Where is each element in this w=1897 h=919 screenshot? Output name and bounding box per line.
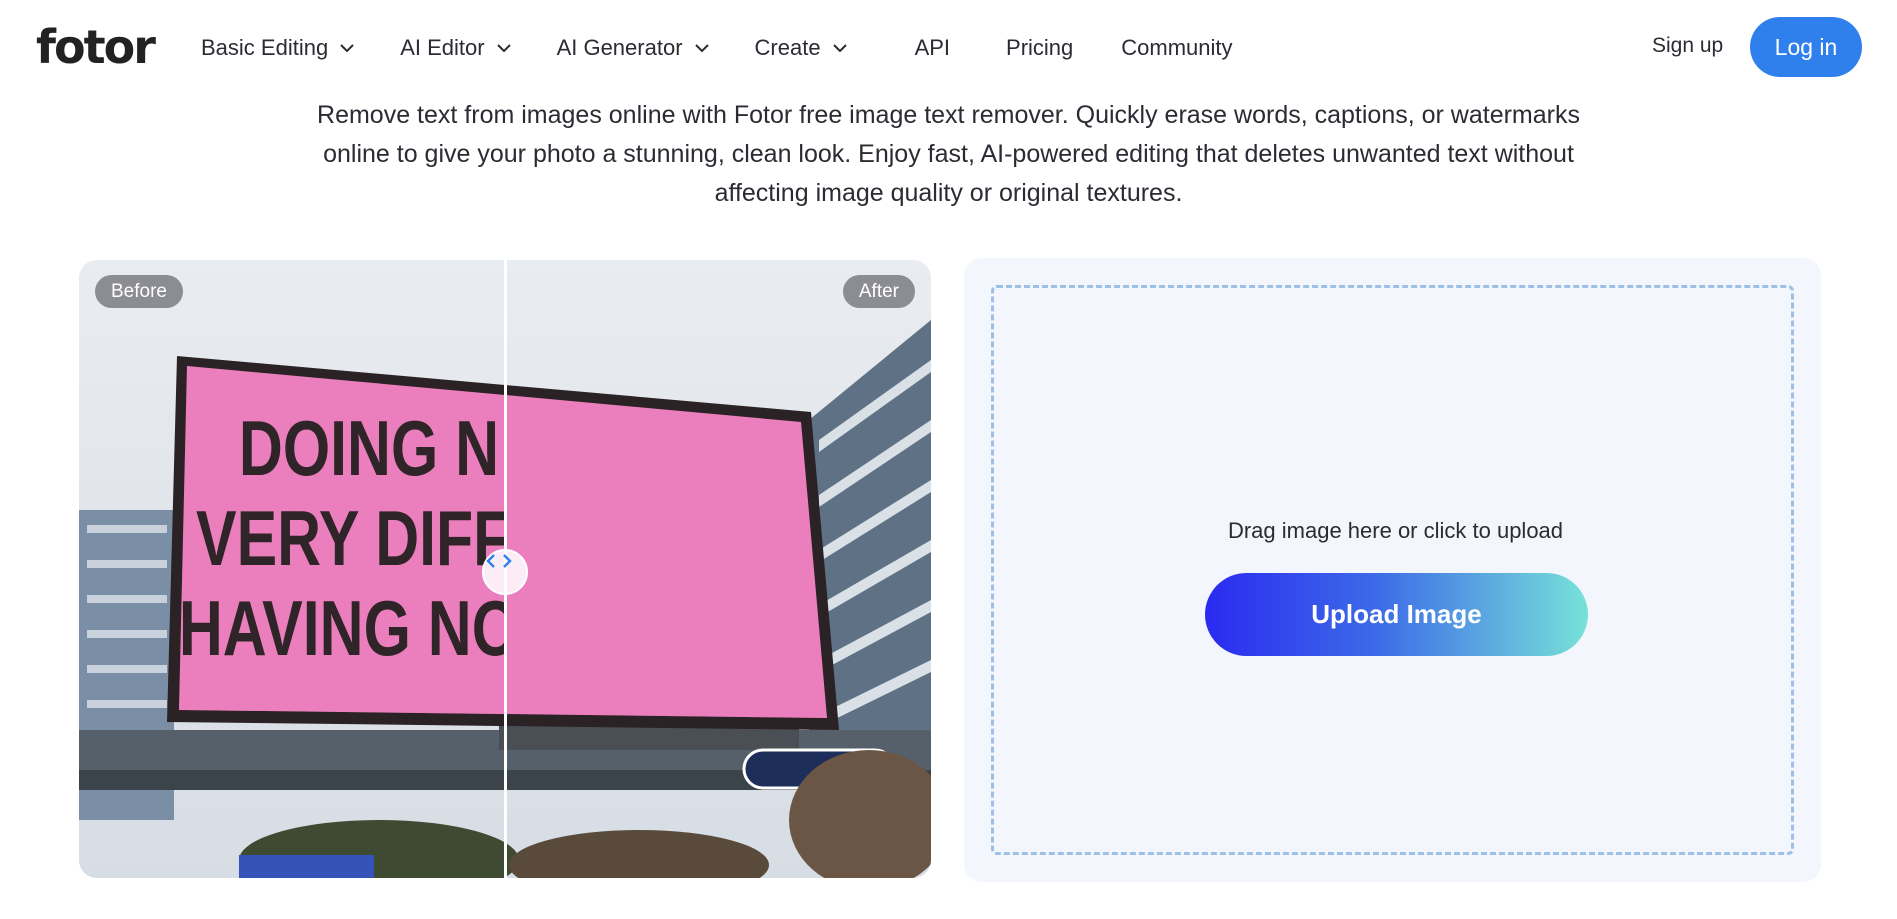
dropzone-instruction: Drag image here or click to upload (1227, 518, 1564, 543)
menu-item-create[interactable]: Create (755, 35, 849, 61)
menu-item-label: AI Generator (556, 35, 683, 60)
upload-panel: Drag image here or click to upload Uploa… (964, 258, 1821, 882)
before-label: Before (95, 275, 183, 308)
menu-item-ai-editor[interactable]: AI Editor (400, 35, 512, 61)
menu-item-pricing[interactable]: Pricing (1006, 35, 1073, 61)
before-after-comparison[interactable]: DOING N VERY DIFF HAVING NO Before After (79, 260, 931, 878)
menu-item-ai-generator[interactable]: AI Generator (557, 35, 711, 61)
menu-item-label: Pricing (1006, 35, 1074, 60)
chevron-left-right-icon (486, 554, 512, 568)
top-navigation: fotor Basic Editing AI Editor AI Generat… (0, 0, 1897, 94)
menu-item-basic-editing[interactable]: Basic Editing (201, 35, 356, 61)
menu-item-api[interactable]: API (915, 35, 950, 61)
upload-image-button[interactable]: Upload Image (1205, 573, 1588, 656)
login-button[interactable]: Log in (1750, 17, 1862, 77)
menu-item-label: API (914, 35, 951, 60)
chevron-down-icon (694, 44, 709, 53)
hero-description: Remove text from images online with Foto… (317, 101, 1580, 207)
main-menu: Basic Editing AI Editor AI Generator Cre… (201, 28, 1281, 68)
fotor-logo[interactable]: fotor (36, 18, 156, 76)
billboard-line-3: HAVING NO (179, 585, 519, 672)
menu-item-label: AI Editor (400, 35, 485, 60)
billboard-line-1: DOING N (239, 405, 499, 492)
chevron-down-icon (832, 44, 847, 53)
menu-item-label: Basic Editing (201, 35, 329, 60)
billboard-line-2: VERY DIFF (196, 495, 510, 582)
menu-item-label: Create (754, 35, 821, 60)
menu-item-community[interactable]: Community (1121, 35, 1232, 61)
chevron-down-icon (340, 44, 354, 53)
after-label: After (842, 275, 915, 308)
image-dropzone[interactable]: Drag image here or click to upload Uploa… (991, 285, 1794, 855)
chevron-down-icon (496, 44, 511, 53)
signup-link[interactable]: Sign up (1652, 34, 1723, 58)
comparison-slider-handle[interactable] (482, 549, 528, 595)
menu-item-label: Community (1121, 35, 1233, 60)
blue-container (239, 855, 374, 878)
